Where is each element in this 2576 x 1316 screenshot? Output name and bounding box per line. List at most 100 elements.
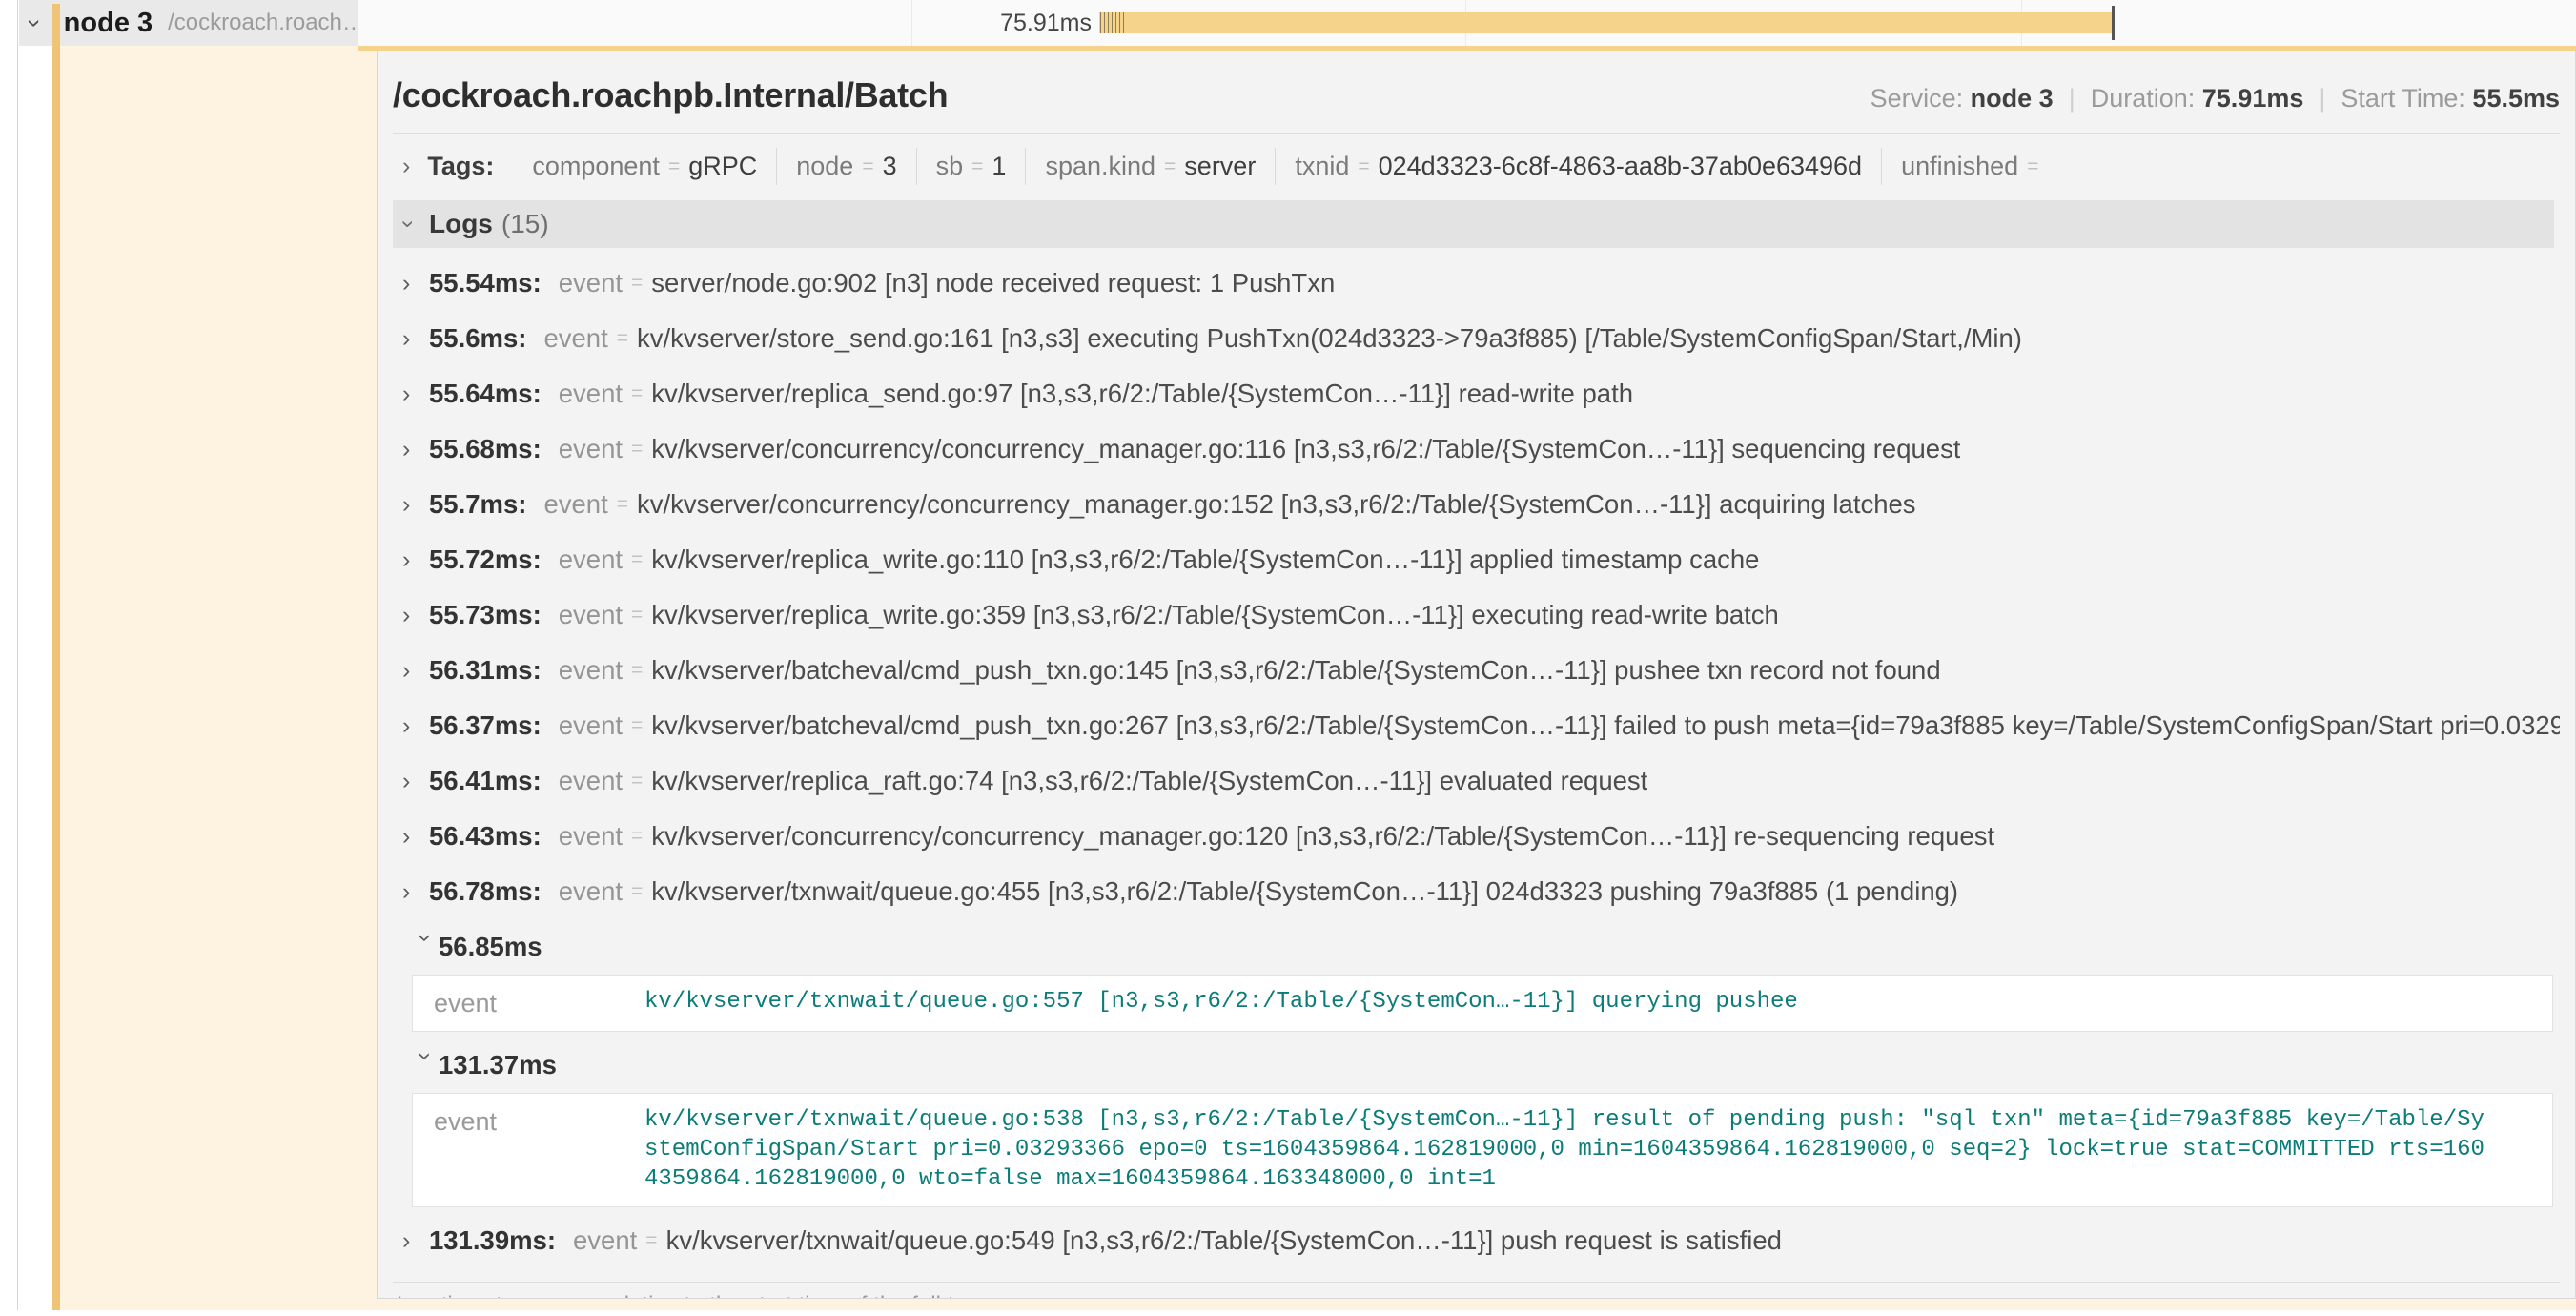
chevron-right-icon[interactable]: › xyxy=(402,602,429,629)
meta-value: node 3 xyxy=(1971,84,2054,113)
chevron-right-icon[interactable]: › xyxy=(402,768,429,795)
log-timestamp: 55.72ms: xyxy=(429,545,542,575)
log-timestamp: 56.41ms: xyxy=(429,766,542,796)
meta-value: 55.5ms xyxy=(2472,84,2560,113)
chevron-right-icon[interactable]: › xyxy=(402,491,429,519)
chevron-right-icon[interactable]: › xyxy=(402,436,429,463)
trace-span-detail-view: › node 3 /cockroach.roach… 75.91ms /cock… xyxy=(0,0,2576,1316)
log-entry-expanded-header[interactable]: ›56.85ms xyxy=(402,919,2560,975)
equals-sign: = xyxy=(631,825,643,848)
tag-value: 024d3323-6c8f-4863-aa8b-37ab0e63496d xyxy=(1379,152,1862,181)
log-message: kv/kvserver/replica_raft.go:74 [n3,s3,r6… xyxy=(651,766,1647,796)
log-message: kv/kvserver/txnwait/queue.go:455 [n3,s3,… xyxy=(651,876,1958,907)
log-message: kv/kvserver/txnwait/queue.go:549 [n3,s3,… xyxy=(666,1225,1782,1256)
log-entry-row[interactable]: ›55.73ms:event=kv/kvserver/replica_write… xyxy=(402,587,2560,643)
tag-value: 3 xyxy=(883,152,897,181)
chevron-down-icon[interactable]: › xyxy=(412,1052,440,1079)
log-entry-row[interactable]: ›55.6ms:event=kv/kvserver/store_send.go:… xyxy=(402,311,2560,366)
log-field-name: event xyxy=(573,1225,637,1256)
log-message: kv/kvserver/concurrency/concurrency_mana… xyxy=(651,434,1960,464)
meta-separator: | xyxy=(2069,84,2075,113)
log-entry-row[interactable]: ›55.68ms:event=kv/kvserver/concurrency/c… xyxy=(402,422,2560,477)
tags-section[interactable]: › Tags: component=gRPCnode=3sb=1span.kin… xyxy=(393,134,2560,200)
tag-sb[interactable]: sb=1 xyxy=(916,148,1026,185)
log-marker-tick xyxy=(1115,12,1116,33)
chevron-right-icon[interactable]: › xyxy=(402,153,410,180)
log-entry-row[interactable]: ›55.72ms:event=kv/kvserver/replica_write… xyxy=(402,532,2560,587)
tag-key: unfinished xyxy=(1901,152,2018,181)
chevron-right-icon[interactable]: › xyxy=(402,270,429,298)
chevron-right-icon[interactable]: › xyxy=(402,878,429,906)
tag-value: server xyxy=(1184,152,1256,181)
log-entry-row[interactable]: ›131.39ms:event=kv/kvserver/txnwait/queu… xyxy=(402,1213,2560,1268)
log-entry-row[interactable]: ›56.43ms:event=kv/kvserver/concurrency/c… xyxy=(402,809,2560,864)
chevron-right-icon[interactable]: › xyxy=(402,712,429,740)
tag-key: txnid xyxy=(1295,152,1349,181)
log-entry-row[interactable]: ›56.78ms:event=kv/kvserver/txnwait/queue… xyxy=(402,864,2560,919)
log-message: kv/kvserver/batcheval/cmd_push_txn.go:14… xyxy=(651,655,1940,686)
span-detail-panel: /cockroach.roachpb.Internal/Batch Servic… xyxy=(377,51,2576,1299)
equals-sign: = xyxy=(645,1229,657,1252)
log-marker-tick xyxy=(1104,12,1105,33)
equals-sign: = xyxy=(631,438,643,461)
log-field-name: event xyxy=(559,268,623,298)
selected-row-highlight xyxy=(60,46,377,1310)
tag-key: component xyxy=(532,152,660,181)
log-entry-row[interactable]: ›56.41ms:event=kv/kvserver/replica_raft.… xyxy=(402,753,2560,809)
log-timestamp: 55.73ms: xyxy=(429,600,542,630)
chevron-right-icon[interactable]: › xyxy=(402,1227,429,1255)
equals-sign: = xyxy=(631,382,643,405)
meta-value: 75.91ms xyxy=(2202,84,2304,113)
log-message: kv/kvserver/replica_write.go:359 [n3,s3,… xyxy=(651,600,1779,630)
tag-txnid[interactable]: txnid=024d3323-6c8f-4863-aa8b-37ab0e6349… xyxy=(1275,148,1881,185)
log-entry-row[interactable]: ›56.37ms:event=kv/kvserver/batcheval/cmd… xyxy=(402,698,2560,753)
log-entry-detail-box: eventkv/kvserver/txnwait/queue.go:538 [n… xyxy=(412,1093,2553,1207)
tag-unfinished[interactable]: unfinished= xyxy=(1881,148,2066,185)
chevron-right-icon[interactable]: › xyxy=(402,546,429,574)
log-entry-row[interactable]: ›55.54ms:event=server/node.go:902 [n3] n… xyxy=(402,256,2560,311)
tag-node[interactable]: node=3 xyxy=(776,148,915,185)
chevron-right-icon[interactable]: › xyxy=(402,380,429,408)
logs-title: Logs xyxy=(429,209,493,239)
selected-row-highlight-bottom xyxy=(60,1299,2576,1310)
timeline-gridline xyxy=(911,0,912,46)
log-timestamp: 131.37ms xyxy=(439,1050,557,1080)
log-field-name: event xyxy=(559,600,623,630)
log-entry-expanded-header[interactable]: ›131.37ms xyxy=(402,1038,2560,1093)
chevron-right-icon[interactable]: › xyxy=(402,325,429,353)
equals-sign: = xyxy=(631,770,643,792)
chevron-down-icon[interactable]: › xyxy=(412,934,440,960)
log-entry-row[interactable]: ›56.31ms:event=kv/kvserver/batcheval/cmd… xyxy=(402,643,2560,698)
chevron-down-icon[interactable]: › xyxy=(20,19,50,28)
log-field-name: event xyxy=(413,1105,644,1194)
log-message: kv/kvserver/replica_write.go:110 [n3,s3,… xyxy=(651,545,1759,575)
log-entries-list: ›55.54ms:event=server/node.go:902 [n3] n… xyxy=(393,256,2560,1268)
equals-sign: = xyxy=(617,327,628,350)
chevron-right-icon[interactable]: › xyxy=(402,657,429,685)
span-name-cell[interactable]: › node 3 /cockroach.roach… xyxy=(19,0,358,46)
logs-section-header[interactable]: › Logs (15) xyxy=(393,200,2554,248)
span-color-strip xyxy=(52,4,60,1310)
chevron-down-icon[interactable]: › xyxy=(395,220,421,228)
log-message-value: kv/kvserver/txnwait/queue.go:557 [n3,s3,… xyxy=(644,987,1798,1018)
log-timestamp: 56.31ms: xyxy=(429,655,542,686)
log-timestamp: 56.37ms: xyxy=(429,710,542,741)
tags-list: component=gRPCnode=3sb=1span.kind=server… xyxy=(513,148,2066,185)
tag-value: 1 xyxy=(992,152,1006,181)
equals-sign: = xyxy=(1164,155,1176,178)
log-field-name: event xyxy=(559,655,623,686)
log-message: kv/kvserver/replica_send.go:97 [n3,s3,r6… xyxy=(651,379,1633,409)
left-gutter-divider xyxy=(17,0,18,1310)
log-message-value: kv/kvserver/txnwait/queue.go:538 [n3,s3,… xyxy=(644,1105,2494,1194)
meta-separator: | xyxy=(2319,84,2325,113)
log-timestamp: 56.78ms: xyxy=(429,876,542,907)
tag-span.kind[interactable]: span.kind=server xyxy=(1025,148,1275,185)
log-entry-row[interactable]: ›55.64ms:event=kv/kvserver/replica_send.… xyxy=(402,366,2560,422)
chevron-right-icon[interactable]: › xyxy=(402,823,429,851)
log-entry-row[interactable]: ›55.7ms:event=kv/kvserver/concurrency/co… xyxy=(402,477,2560,532)
log-message: kv/kvserver/concurrency/concurrency_mana… xyxy=(637,489,1916,520)
span-duration-bar[interactable] xyxy=(1099,12,2114,33)
meta-label: Service: xyxy=(1871,84,1971,113)
tag-value: gRPC xyxy=(688,152,757,181)
tag-component[interactable]: component=gRPC xyxy=(513,148,776,185)
